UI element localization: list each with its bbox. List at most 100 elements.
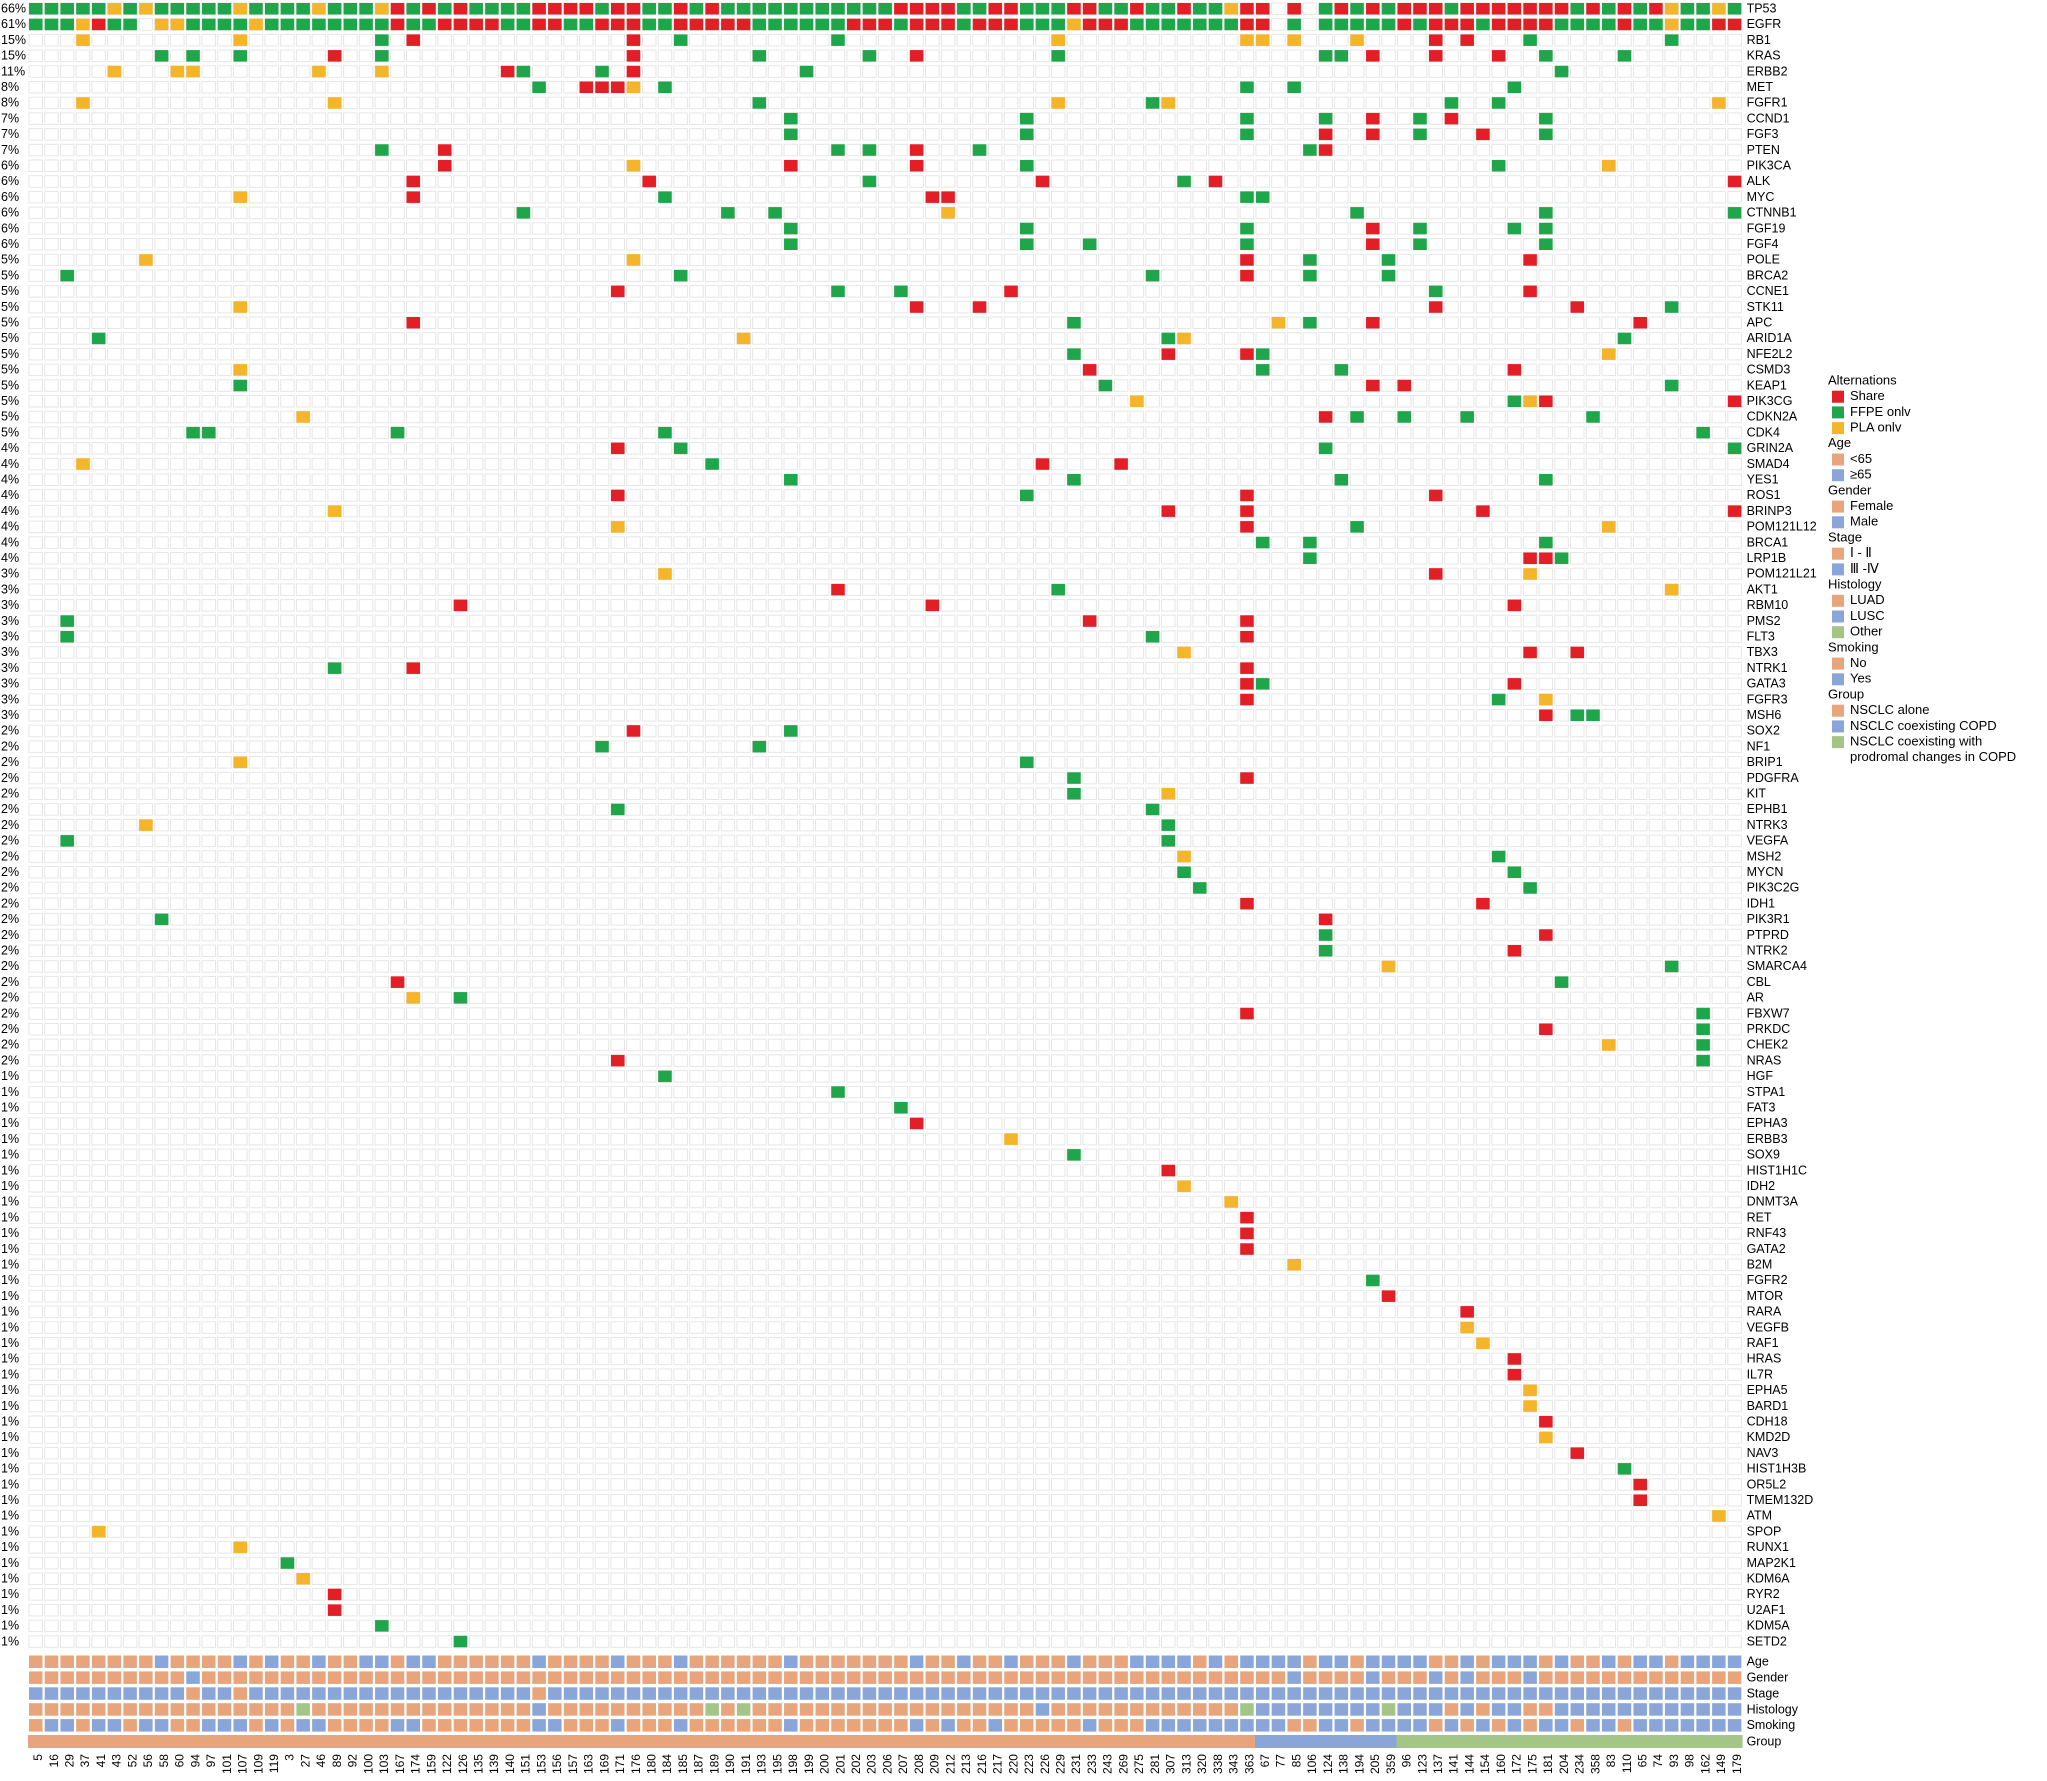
grid-cell xyxy=(1208,457,1223,471)
grid-cell xyxy=(107,300,122,314)
grid-cell xyxy=(1459,426,1475,439)
grid-cell xyxy=(1208,253,1223,267)
grid-cell xyxy=(1522,347,1538,361)
grid-cell xyxy=(1019,552,1034,565)
grid-cell xyxy=(232,128,248,141)
grid-cell xyxy=(815,143,830,157)
grid-cell xyxy=(641,96,657,110)
grid-cell xyxy=(610,253,626,267)
grid-cell xyxy=(28,395,43,408)
grid-cell xyxy=(1161,285,1176,298)
grid-cell xyxy=(972,363,987,377)
grid-cell xyxy=(1365,285,1381,298)
grid-cell xyxy=(689,65,704,78)
grid-cell xyxy=(956,81,972,94)
grid-cell xyxy=(1035,630,1050,643)
grid-cell xyxy=(1082,473,1097,486)
grid-cell xyxy=(1271,583,1286,596)
grid-cell xyxy=(1491,395,1506,408)
grid-cell xyxy=(547,316,563,329)
grid-cell xyxy=(1318,661,1333,675)
grid-cell xyxy=(877,222,893,235)
grid-cell xyxy=(579,175,594,188)
grid-cell xyxy=(248,332,264,345)
grid-cell xyxy=(626,473,641,486)
grid-cell xyxy=(563,395,578,408)
grid-cell xyxy=(500,709,515,722)
grid-cell xyxy=(1208,128,1223,141)
grid-cell xyxy=(547,379,563,392)
grid-cell xyxy=(704,426,720,439)
grid-cell xyxy=(468,473,484,486)
grid-cell xyxy=(500,410,515,424)
grid-cell xyxy=(468,159,484,172)
grid-cell xyxy=(673,238,688,251)
grid-cell xyxy=(1255,661,1270,675)
grid-cell xyxy=(1255,332,1270,345)
grid-cell xyxy=(1066,332,1082,345)
grid-cell xyxy=(232,238,248,251)
grid-cell xyxy=(1255,442,1270,455)
grid-cell xyxy=(201,285,217,298)
grid-cell xyxy=(217,646,232,659)
grid-cell xyxy=(1318,96,1333,110)
grid-cell xyxy=(1223,693,1239,706)
grid-cell xyxy=(1412,473,1428,486)
grid-cell xyxy=(641,410,657,424)
grid-cell xyxy=(1554,253,1569,267)
grid-cell xyxy=(1176,159,1192,172)
grid-cell xyxy=(1019,457,1034,471)
grid-cell xyxy=(547,504,563,518)
grid-cell xyxy=(44,536,59,549)
grid-cell xyxy=(1459,630,1475,643)
grid-cell xyxy=(421,222,437,235)
grid-cell xyxy=(720,457,736,471)
grid-cell xyxy=(468,238,484,251)
grid-cell xyxy=(1365,190,1381,204)
grid-cell xyxy=(783,347,799,361)
grid-cell xyxy=(201,96,217,110)
grid-cell xyxy=(1727,300,1742,314)
grid-cell xyxy=(280,332,295,345)
grid-cell xyxy=(925,379,940,392)
grid-cell xyxy=(1397,190,1412,204)
grid-cell xyxy=(988,457,1003,471)
grid-cell xyxy=(720,630,736,643)
grid-cell xyxy=(468,81,484,94)
grid-cell xyxy=(170,599,185,612)
grid-cell xyxy=(1397,285,1412,298)
grid-cell xyxy=(1113,661,1129,675)
grid-cell xyxy=(1239,363,1255,377)
grid-cell xyxy=(830,49,846,63)
grid-cell xyxy=(1491,442,1506,455)
grid-cell xyxy=(626,426,641,439)
grid-cell xyxy=(1129,504,1145,518)
grid-cell xyxy=(1397,143,1412,157)
grid-cell xyxy=(1318,614,1333,628)
grid-cell xyxy=(138,33,154,47)
grid-cell xyxy=(610,49,626,63)
grid-cell xyxy=(1412,285,1428,298)
grid-cell xyxy=(1459,190,1475,204)
grid-cell xyxy=(484,410,500,424)
grid-cell xyxy=(122,332,138,345)
grid-cell xyxy=(59,661,75,675)
grid-cell xyxy=(201,190,217,204)
grid-cell xyxy=(185,567,201,581)
grid-cell xyxy=(1680,347,1695,361)
grid-cell xyxy=(877,630,893,643)
grid-cell xyxy=(1570,316,1585,329)
grid-cell xyxy=(516,128,531,141)
grid-cell xyxy=(406,630,421,643)
grid-cell xyxy=(500,489,515,502)
grid-cell xyxy=(767,489,783,502)
grid-cell xyxy=(154,206,169,220)
grid-cell xyxy=(516,347,531,361)
grid-cell xyxy=(1302,489,1318,502)
grid-cell xyxy=(358,410,374,424)
grid-cell xyxy=(641,504,657,518)
grid-cell xyxy=(956,442,972,455)
grid-cell xyxy=(846,159,861,172)
grid-cell xyxy=(1271,206,1286,220)
grid-cell xyxy=(704,33,720,47)
